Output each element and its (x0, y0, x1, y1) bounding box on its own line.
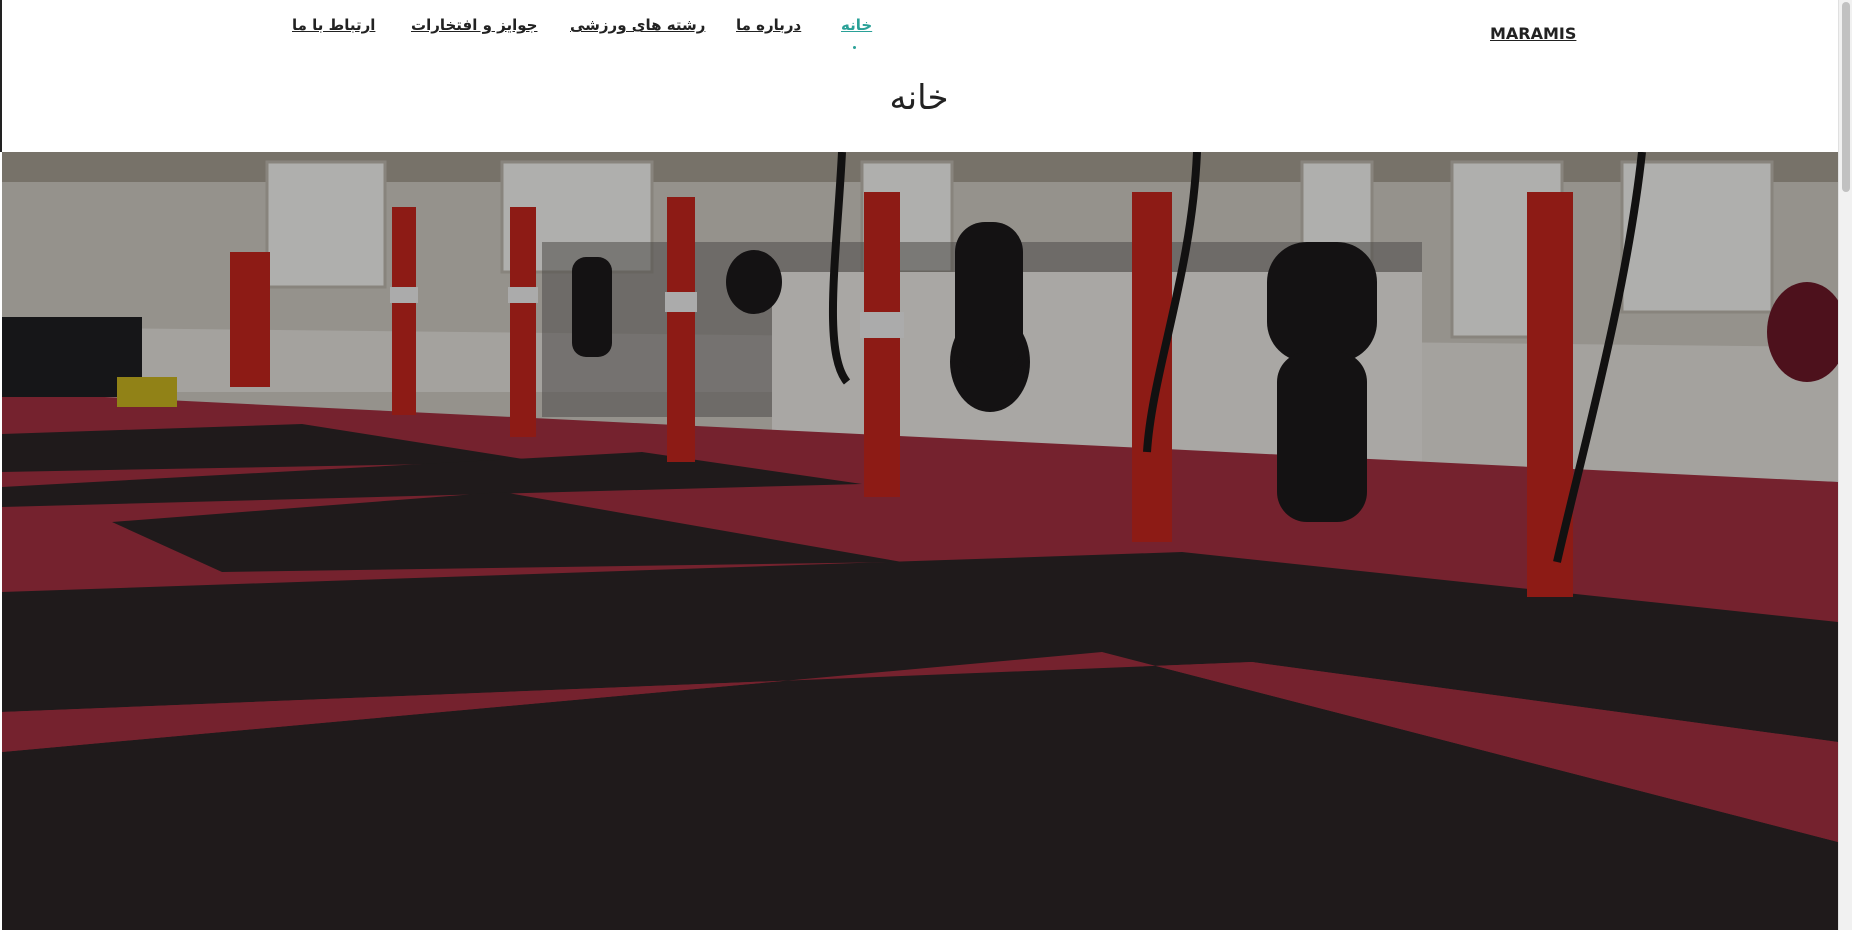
scrollbar-thumb[interactable] (1842, 2, 1850, 192)
site-header: MARAMIS خانه درباره ما رشته های ورزشی جو… (0, 0, 1838, 152)
hero-overlay (2, 152, 1838, 930)
page-title: خانه (889, 78, 949, 118)
nav-item-sports[interactable]: رشته های ورزشی (570, 16, 705, 34)
hero-image (2, 152, 1838, 930)
active-indicator-dot (853, 46, 856, 49)
page-edge (0, 0, 2, 152)
nav-item-about[interactable]: درباره ما (736, 16, 801, 34)
page: MARAMIS خانه درباره ما رشته های ورزشی جو… (0, 0, 1852, 930)
main-nav: خانه درباره ما رشته های ورزشی جوایز و اف… (0, 16, 1838, 56)
page-scrollbar[interactable] (1838, 0, 1852, 930)
nav-item-home[interactable]: خانه (841, 16, 872, 34)
nav-item-awards[interactable]: جوایز و افتخارات (411, 16, 537, 34)
nav-item-contact[interactable]: ارتباط با ما (292, 16, 375, 34)
